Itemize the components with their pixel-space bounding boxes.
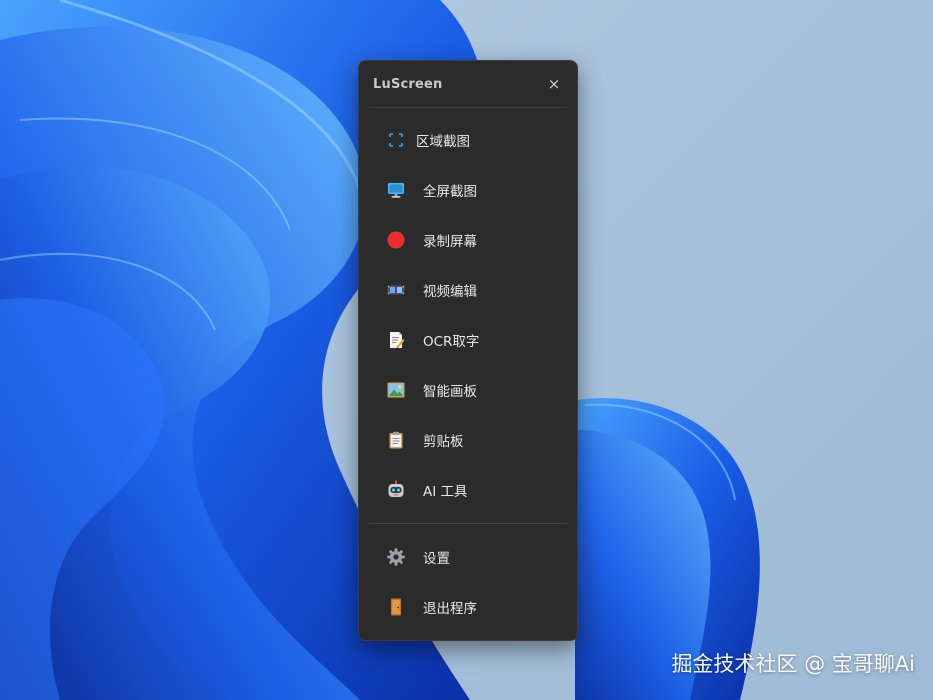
menu-item-label: 智能画板 bbox=[423, 384, 477, 400]
menu-item-label: AI 工具 bbox=[423, 484, 468, 500]
menu-item-exit[interactable]: 退出程序 bbox=[359, 582, 577, 632]
menu-item-label: 剪贴板 bbox=[423, 434, 464, 450]
memo-pencil-icon bbox=[385, 329, 407, 351]
menu-item-fullscreen-capture[interactable]: 全屏截图 bbox=[359, 165, 577, 215]
gear-icon bbox=[385, 546, 407, 568]
close-button[interactable]: × bbox=[545, 75, 563, 93]
main-menu: 区域截图 全屏截图 录制屏幕 视频编辑 OCR取字 智能画板 剪贴板 AI 工具… bbox=[359, 108, 577, 632]
desktop: LuScreen × 区域截图 全屏截图 录制屏幕 视频编辑 OCR取字 智能画… bbox=[0, 0, 933, 700]
luscreen-menu-panel: LuScreen × 区域截图 全屏截图 录制屏幕 视频编辑 OCR取字 智能画… bbox=[358, 60, 578, 641]
menu-item-record-screen[interactable]: 录制屏幕 bbox=[359, 215, 577, 265]
menu-item-smart-canvas[interactable]: 智能画板 bbox=[359, 365, 577, 415]
app-title: LuScreen bbox=[373, 76, 443, 92]
menu-item-clipboard[interactable]: 剪贴板 bbox=[359, 415, 577, 465]
menu-item-label: 视频编辑 bbox=[423, 284, 477, 300]
menu-item-label: 全屏截图 bbox=[423, 184, 477, 200]
menu-item-label: 设置 bbox=[423, 551, 450, 567]
clipboard-icon bbox=[385, 429, 407, 451]
door-icon bbox=[385, 596, 407, 618]
menu-item-label: OCR取字 bbox=[423, 334, 480, 350]
menu-item-ocr[interactable]: OCR取字 bbox=[359, 315, 577, 365]
panel-header: LuScreen × bbox=[359, 61, 577, 107]
menu-separator bbox=[369, 523, 567, 524]
watermark-text: 掘金技术社区 @ 宝哥聊Ai bbox=[671, 652, 915, 676]
region-capture-icon bbox=[385, 129, 407, 151]
menu-item-ai-tools[interactable]: AI 工具 bbox=[359, 465, 577, 515]
picture-icon bbox=[385, 379, 407, 401]
menu-item-region-capture[interactable]: 区域截图 bbox=[359, 115, 577, 165]
menu-item-label: 退出程序 bbox=[423, 601, 477, 617]
menu-item-label: 区域截图 bbox=[416, 134, 470, 150]
monitor-icon bbox=[385, 179, 407, 201]
menu-item-label: 录制屏幕 bbox=[423, 234, 477, 250]
robot-icon bbox=[385, 479, 407, 501]
film-strip-icon bbox=[385, 279, 407, 301]
record-dot-icon bbox=[385, 229, 407, 251]
menu-item-video-edit[interactable]: 视频编辑 bbox=[359, 265, 577, 315]
menu-item-settings[interactable]: 设置 bbox=[359, 532, 577, 582]
